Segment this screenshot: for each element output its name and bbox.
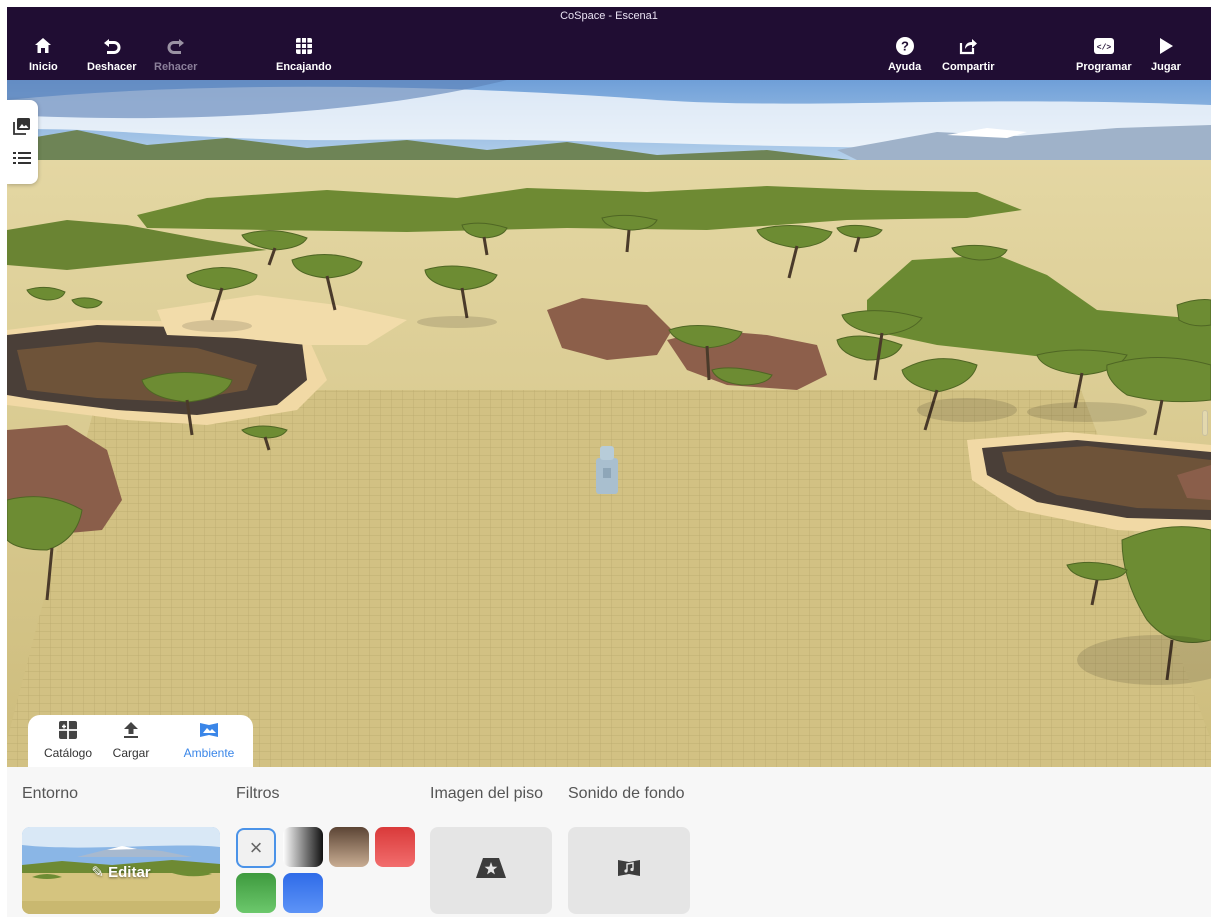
upload-icon [120,719,142,741]
savanna-landscape [7,80,1211,767]
floor-image-icon [475,857,507,884]
bottom-tab-bar: Catálogo Cargar Ambiente [28,715,253,768]
environment-panel: Entorno Filtros Imagen del piso Sonido d… [7,767,1211,917]
home-button[interactable]: Inicio [29,35,58,73]
home-icon [32,35,54,57]
undo-icon [101,35,123,57]
code-button[interactable]: </> Programar [1076,35,1132,73]
filter-sepia[interactable] [329,827,369,867]
play-button[interactable]: Jugar [1151,35,1181,73]
environment-title: Entorno [22,785,79,802]
help-icon: ? [894,35,916,57]
help-button[interactable]: ? Ayuda [888,35,921,73]
share-label: Compartir [942,61,995,73]
filter-blue[interactable] [283,873,323,913]
help-label: Ayuda [888,61,922,73]
scene-scroll-handle[interactable] [1202,410,1208,436]
environment-thumbnail[interactable]: ✎ Editar [22,827,220,914]
edit-environment-button[interactable]: ✎ Editar [22,863,220,881]
undo-button[interactable]: Deshacer [87,35,137,73]
redo-label: Rehacer [154,61,198,73]
pencil-icon: ✎ [91,864,109,881]
snap-label: Encajando [276,61,332,73]
grid-icon [293,35,315,57]
filter-grayscale[interactable] [283,827,323,867]
window-title: CoSpace - Escena1 [560,10,658,22]
background-sound-title: Sonido de fondo [568,785,685,802]
scene-viewport[interactable] [7,80,1211,767]
svg-text:?: ? [901,39,909,54]
undo-label: Deshacer [87,61,137,73]
home-label: Inicio [29,61,58,73]
share-icon [957,35,979,57]
tab-catalog[interactable]: Catálogo [33,719,103,760]
play-icon [1155,35,1177,57]
edit-label: Editar [108,864,151,881]
image-stack-icon[interactable] [12,116,32,136]
floor-image-title: Imagen del piso [430,785,543,802]
list-icon[interactable] [12,148,32,168]
share-button[interactable]: Compartir [942,35,995,73]
redo-button[interactable]: Rehacer [154,35,197,73]
filter-green[interactable] [236,873,276,913]
floor-image-tile[interactable] [430,827,552,914]
environment-icon [198,719,220,741]
top-toolbar: CoSpace - Escena1 Inicio Deshacer Rehace… [7,7,1211,80]
code-icon: </> [1093,35,1115,57]
filter-red[interactable] [375,827,415,867]
code-label: Programar [1076,61,1132,73]
play-label: Jugar [1151,61,1181,73]
background-sound-tile[interactable] [568,827,690,914]
tab-environment-label: Ambiente [183,746,235,760]
tab-upload-label: Cargar [112,746,150,760]
filters-title: Filtros [236,785,280,802]
catalog-icon [57,719,79,741]
filter-none[interactable]: × [236,828,276,868]
scene-side-tools [7,100,38,184]
tab-upload[interactable]: Cargar [96,719,166,760]
tab-environment[interactable]: Ambiente [174,719,244,760]
svg-text:</>: </> [1097,44,1112,53]
snap-button[interactable]: Encajando [276,35,332,73]
tab-catalog-label: Catálogo [43,746,93,760]
redo-icon [165,35,187,57]
close-icon: × [249,835,263,860]
music-icon [616,857,642,884]
